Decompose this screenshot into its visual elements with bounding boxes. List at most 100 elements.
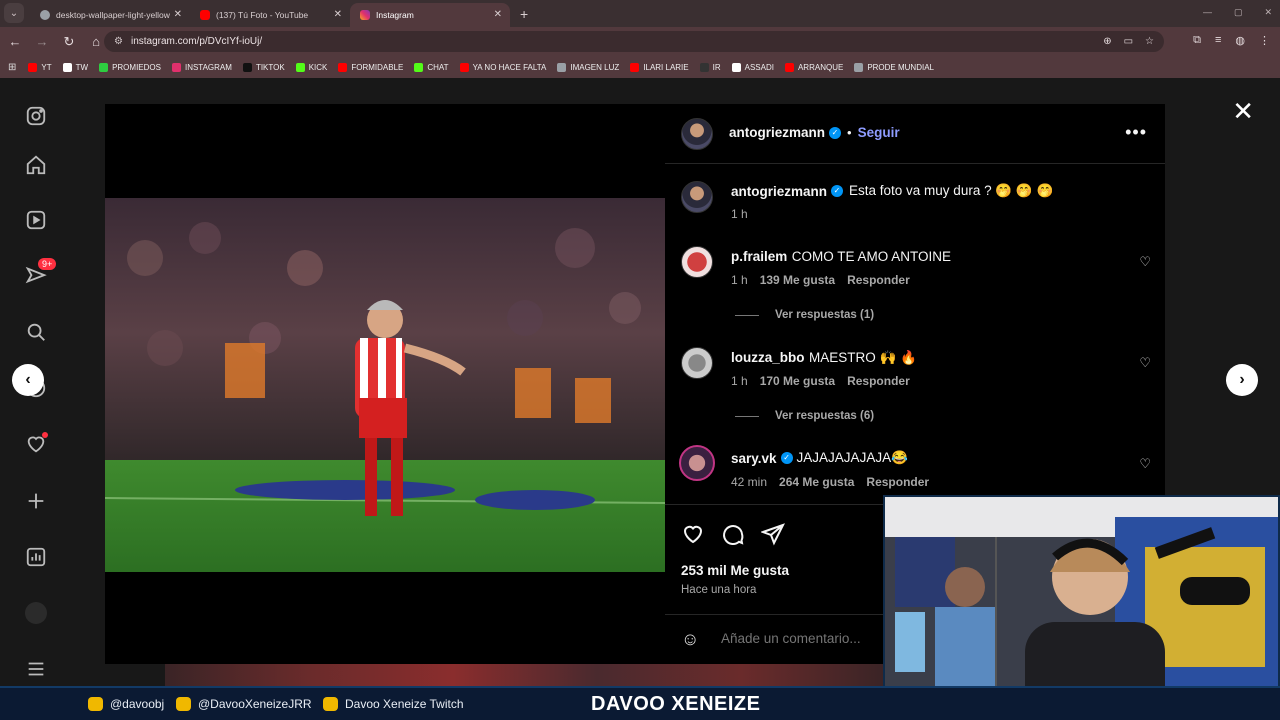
bookmark-favicon-icon bbox=[630, 62, 640, 72]
home-icon[interactable] bbox=[24, 153, 48, 177]
reply-button[interactable]: Responder bbox=[866, 475, 929, 489]
author-username[interactable]: antogriezmann bbox=[729, 125, 825, 140]
reply-button[interactable]: Responder bbox=[847, 374, 910, 388]
like-comment-heart-icon[interactable]: ♡ bbox=[1139, 355, 1151, 371]
bookmark-item[interactable]: KICK bbox=[295, 62, 327, 72]
new-tab-button[interactable]: + bbox=[520, 6, 528, 22]
more-menu-icon[interactable] bbox=[24, 657, 48, 681]
minimize-icon[interactable]: — bbox=[1203, 7, 1212, 18]
comment-username[interactable]: sary.vk bbox=[731, 451, 777, 466]
reading-list-icon[interactable]: ≡ bbox=[1215, 34, 1221, 47]
address-bar[interactable]: ⚙ instagram.com/p/DVcIYf-ioUj/ ⊕ ▭ ☆ bbox=[104, 31, 1164, 52]
forward-button[interactable]: → bbox=[30, 34, 54, 49]
bookmark-item[interactable]: IR bbox=[699, 62, 721, 72]
comment-item: p.frailem COMO TE AMO ANTOINE bbox=[731, 248, 951, 266]
close-tab-icon[interactable]: ✕ bbox=[494, 9, 502, 20]
url-text: instagram.com/p/DVcIYf-ioUj/ bbox=[130, 36, 263, 47]
bookmark-favicon-icon bbox=[459, 62, 469, 72]
view-replies-button[interactable]: Ver respuestas (1) bbox=[735, 309, 874, 321]
site-info-icon[interactable]: ⚙ bbox=[114, 36, 123, 47]
comment-avatar[interactable] bbox=[681, 246, 713, 278]
bookmark-item[interactable]: PROMIEDOS bbox=[99, 62, 161, 72]
comment-time[interactable]: 42 min bbox=[731, 475, 767, 489]
extensions-icon[interactable]: ⧉ bbox=[1193, 34, 1201, 47]
caption-avatar[interactable] bbox=[681, 181, 713, 213]
more-options-icon[interactable]: ••• bbox=[1125, 122, 1147, 143]
caption-time[interactable]: 1 h bbox=[731, 207, 748, 221]
reload-button[interactable]: ↻ bbox=[57, 34, 81, 50]
close-window-icon[interactable]: ✕ bbox=[1264, 7, 1272, 18]
bookmark-item[interactable]: YT bbox=[28, 62, 52, 72]
emoji-icon[interactable]: ☺ bbox=[681, 629, 699, 650]
tab-youtube[interactable]: (137) Tú Foto - YouTube ✕ bbox=[190, 3, 350, 27]
close-tab-icon[interactable]: ✕ bbox=[174, 9, 182, 20]
bookmark-item[interactable]: INSTAGRAM bbox=[171, 62, 232, 72]
bookmark-item[interactable]: TW bbox=[62, 62, 88, 72]
globe-icon bbox=[40, 10, 50, 20]
notifications-heart-icon[interactable] bbox=[24, 432, 48, 456]
comment-avatar-story[interactable] bbox=[679, 445, 715, 481]
reels-icon[interactable] bbox=[24, 208, 48, 232]
instagram-icon bbox=[88, 697, 103, 711]
comment-username[interactable]: p.frailem bbox=[731, 249, 787, 264]
caption-username[interactable]: antogriezmann bbox=[731, 184, 827, 199]
close-modal-icon[interactable]: ✕ bbox=[1232, 96, 1254, 127]
apps-grid-icon[interactable]: ⊞ bbox=[8, 62, 16, 73]
bookmark-item[interactable]: PRODE MUNDIAL bbox=[854, 62, 934, 72]
bookmark-item[interactable]: TIKTOK bbox=[242, 62, 285, 72]
comment-likes[interactable]: 170 Me gusta bbox=[760, 374, 835, 388]
bookmark-star-icon[interactable]: ☆ bbox=[1145, 36, 1154, 47]
previous-post-button[interactable]: ‹ bbox=[12, 364, 44, 396]
bookmark-item[interactable]: YA NO HACE FALTA bbox=[459, 62, 546, 72]
next-post-button[interactable]: › bbox=[1226, 364, 1258, 396]
notification-dot bbox=[42, 432, 48, 438]
bookmark-favicon-icon bbox=[784, 62, 794, 72]
bookmark-item[interactable]: CHAT bbox=[414, 62, 449, 72]
tab-wallpaper[interactable]: desktop-wallpaper-light-yellow ✕ bbox=[30, 3, 190, 27]
create-icon[interactable] bbox=[24, 489, 48, 513]
bookmark-label: FORMIDABLE bbox=[351, 62, 404, 72]
tab-search-button[interactable]: ⌄ bbox=[4, 3, 24, 23]
like-heart-icon[interactable] bbox=[681, 522, 705, 546]
comment-time[interactable]: 1 h bbox=[731, 273, 748, 287]
view-replies-button[interactable]: Ver respuestas (6) bbox=[735, 410, 874, 422]
messages-icon[interactable]: 9+ bbox=[24, 258, 57, 288]
like-comment-heart-icon[interactable]: ♡ bbox=[1139, 456, 1151, 472]
comment-likes[interactable]: 264 Me gusta bbox=[779, 475, 854, 489]
profile-avatar[interactable] bbox=[24, 601, 48, 625]
post-media[interactable] bbox=[105, 104, 665, 664]
maximize-icon[interactable]: ▢ bbox=[1234, 7, 1243, 18]
bookmark-item[interactable]: ILARI LARIE bbox=[630, 62, 689, 72]
post-actions bbox=[681, 522, 785, 546]
reply-button[interactable]: Responder bbox=[847, 273, 910, 287]
close-tab-icon[interactable]: ✕ bbox=[334, 9, 342, 20]
overlay-instagram-handle: @davoobj bbox=[110, 697, 165, 711]
bookmark-item[interactable]: FORMIDABLE bbox=[338, 62, 404, 72]
bookmark-item[interactable]: IMAGEN LUZ bbox=[557, 62, 619, 72]
menu-icon[interactable]: ⋮ bbox=[1259, 34, 1270, 47]
dot-separator: • bbox=[847, 125, 852, 140]
comment-time[interactable]: 1 h bbox=[731, 374, 748, 388]
tab-instagram[interactable]: Instagram ✕ bbox=[350, 3, 510, 27]
follow-button[interactable]: Seguir bbox=[858, 125, 900, 140]
bookmark-item[interactable]: ASSADI bbox=[731, 62, 774, 72]
overlay-instagram: @davoobj bbox=[88, 697, 164, 711]
bookmark-item[interactable]: ARRANQUE bbox=[784, 62, 843, 72]
comment-bubble-icon[interactable] bbox=[721, 522, 745, 546]
share-icon[interactable] bbox=[761, 522, 785, 546]
install-icon[interactable]: ▭ bbox=[1124, 36, 1133, 47]
back-button[interactable]: ← bbox=[3, 34, 27, 49]
instagram-icon bbox=[360, 10, 370, 20]
profile-avatar[interactable]: ◍ bbox=[1235, 34, 1245, 47]
likes-count[interactable]: 253 mil Me gusta bbox=[681, 563, 789, 578]
like-comment-heart-icon[interactable]: ♡ bbox=[1139, 254, 1151, 270]
dashboard-icon[interactable] bbox=[24, 545, 48, 569]
comment-username[interactable]: louzza_bbo bbox=[731, 350, 805, 365]
overlay-twitch: Davoo Xeneize Twitch bbox=[323, 697, 464, 711]
instagram-logo-icon[interactable] bbox=[24, 104, 48, 128]
zoom-icon[interactable]: ⊕ bbox=[1103, 36, 1111, 47]
author-avatar[interactable] bbox=[681, 118, 713, 150]
comment-likes[interactable]: 139 Me gusta bbox=[760, 273, 835, 287]
search-icon[interactable] bbox=[24, 320, 48, 344]
comment-avatar[interactable] bbox=[681, 347, 713, 379]
